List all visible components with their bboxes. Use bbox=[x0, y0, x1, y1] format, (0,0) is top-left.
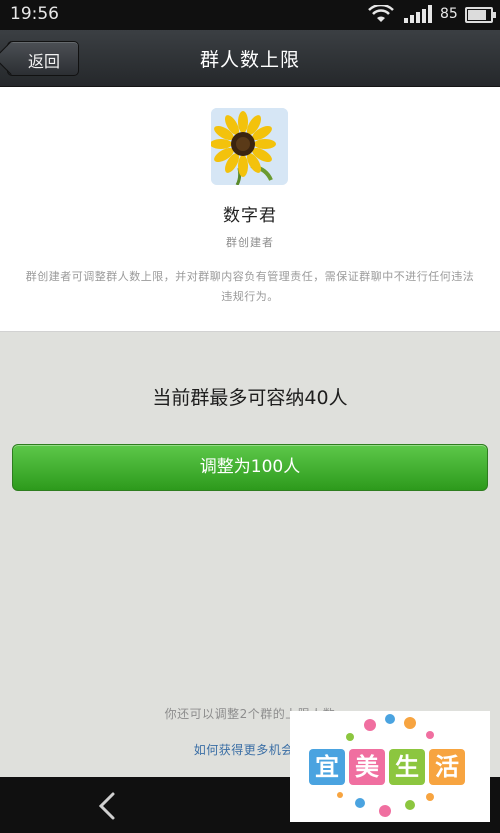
battery-icon bbox=[465, 7, 496, 23]
avatar[interactable] bbox=[211, 108, 288, 185]
watermark-char: 美 bbox=[349, 749, 385, 785]
status-time: 19:56 bbox=[10, 4, 59, 24]
signal-icon bbox=[404, 5, 432, 27]
creator-description: 群创建者可调整群人数上限，并对群聊内容负有管理责任，需保证群聊中不进行任何违法违… bbox=[25, 270, 475, 303]
sunflower-avatar-icon bbox=[211, 108, 288, 185]
upgrade-limit-button[interactable]: 调整为100人 bbox=[12, 444, 488, 491]
current-capacity-text: 当前群最多可容纳40人 bbox=[152, 387, 348, 409]
watermark-text: 宜 美 生 活 bbox=[309, 749, 469, 789]
nav-back-icon[interactable] bbox=[95, 791, 117, 825]
battery-level: 85 bbox=[440, 6, 458, 22]
watermark-logo: 宜 美 生 活 bbox=[290, 711, 490, 822]
watermark-char: 生 bbox=[389, 749, 425, 785]
creator-role: 群创建者 bbox=[226, 236, 274, 249]
watermark-char: 活 bbox=[429, 749, 465, 785]
watermark-char: 宜 bbox=[309, 749, 345, 785]
wifi-icon bbox=[368, 3, 394, 27]
creator-info-card: 数字君 群创建者 群创建者可调整群人数上限，并对群聊内容负有管理责任，需保证群聊… bbox=[0, 87, 500, 332]
creator-name: 数字君 bbox=[223, 206, 277, 226]
status-bar: 19:56 85 bbox=[0, 0, 500, 30]
page-title: 群人数上限 bbox=[199, 49, 300, 71]
title-bar: 返回 群人数上限 bbox=[0, 30, 500, 87]
